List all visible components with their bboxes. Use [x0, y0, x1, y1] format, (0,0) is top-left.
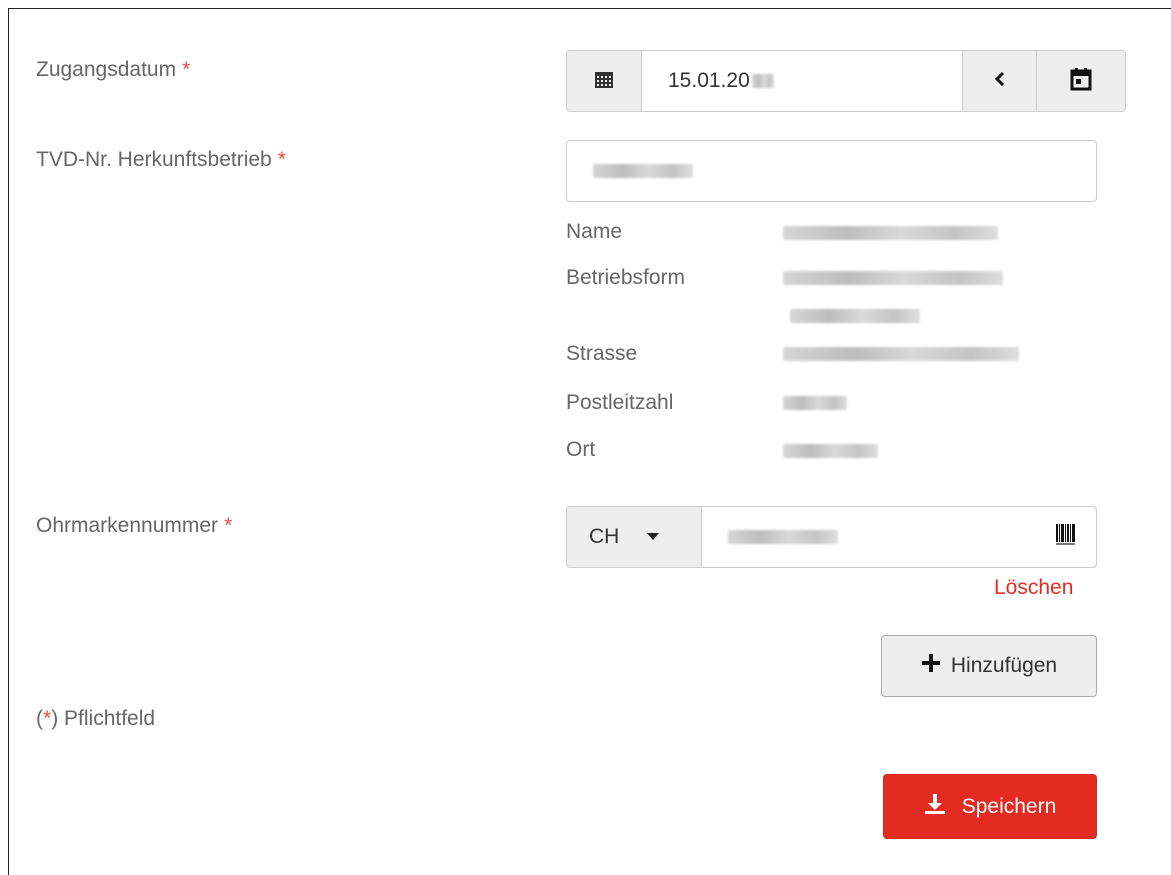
country-select[interactable]: CH	[567, 507, 702, 567]
delete-link[interactable]: Löschen	[994, 576, 1073, 600]
ort-value	[783, 444, 878, 463]
redacted-year	[751, 74, 774, 88]
tvd-input-field[interactable]	[567, 141, 1096, 201]
barcode-icon	[1056, 523, 1076, 551]
plus-icon	[921, 653, 941, 679]
betriebsform-value	[783, 271, 1003, 290]
zugangsdatum-label-text: Zugangsdatum	[36, 58, 177, 81]
calendar-icon	[1070, 67, 1092, 96]
redacted-tvd-value	[593, 164, 693, 178]
required-mark: *	[182, 58, 191, 81]
strasse-label: Strasse	[566, 342, 638, 365]
tvd-input[interactable]	[566, 140, 1097, 202]
pflichtfeld-note: (*) Pflichtfeld	[36, 707, 155, 731]
name-value	[783, 226, 998, 245]
barcode-button[interactable]	[1036, 507, 1096, 567]
redacted-plz	[783, 396, 847, 410]
betriebsform-label: Betriebsform	[566, 266, 686, 289]
footnote-text: ) Pflichtfeld	[51, 707, 156, 730]
redacted-ort	[783, 444, 878, 458]
betriebsform-value-line2	[790, 309, 920, 328]
add-button-label: Hinzufügen	[950, 654, 1058, 677]
redacted-name	[783, 226, 998, 240]
ohrmarke-input-group: CH	[566, 506, 1097, 568]
tvd-label-text: TVD-Nr. Herkunftsbetrieb	[36, 148, 272, 171]
tvd-label: TVD-Nr. Herkunftsbetrieb *	[36, 148, 286, 172]
save-button-label: Speichern	[961, 794, 1057, 818]
save-button[interactable]: Speichern	[883, 774, 1097, 839]
zugangsdatum-input[interactable]: 15.01.20	[642, 51, 962, 111]
redacted-strasse	[783, 347, 1019, 361]
ort-label: Ort	[566, 438, 596, 461]
plz-label: Postleitzahl	[566, 391, 674, 414]
zugangsdatum-value: 15.01.20	[668, 69, 750, 92]
footnote-prefix: (	[36, 707, 43, 730]
plz-value	[783, 396, 847, 415]
calendar-button[interactable]	[1036, 51, 1125, 111]
zugangsdatum-input-group: 15.01.20	[566, 50, 1126, 112]
country-value: CH	[589, 525, 620, 548]
name-label: Name	[566, 220, 623, 243]
strasse-value	[783, 347, 1019, 366]
caret-down-icon	[647, 528, 660, 546]
download-icon	[924, 793, 946, 821]
back-button[interactable]	[962, 51, 1036, 111]
required-mark: *	[224, 514, 233, 537]
ohrmarke-input[interactable]	[702, 507, 1036, 567]
redacted-betriebsform-line1	[783, 271, 1003, 285]
calendar-addon[interactable]	[567, 51, 642, 111]
footnote-mark: *	[43, 707, 52, 730]
ohrmarke-label: Ohrmarkennummer *	[36, 514, 232, 538]
redacted-ohrmarke	[728, 530, 838, 544]
ohrmarke-label-text: Ohrmarkennummer	[36, 514, 219, 537]
chevron-left-icon	[993, 71, 1007, 92]
add-button[interactable]: Hinzufügen	[881, 635, 1097, 697]
zugangsdatum-label: Zugangsdatum *	[36, 58, 190, 82]
calendar-icon	[594, 69, 614, 94]
redacted-betriebsform-line2	[790, 309, 920, 323]
required-mark: *	[277, 148, 286, 171]
